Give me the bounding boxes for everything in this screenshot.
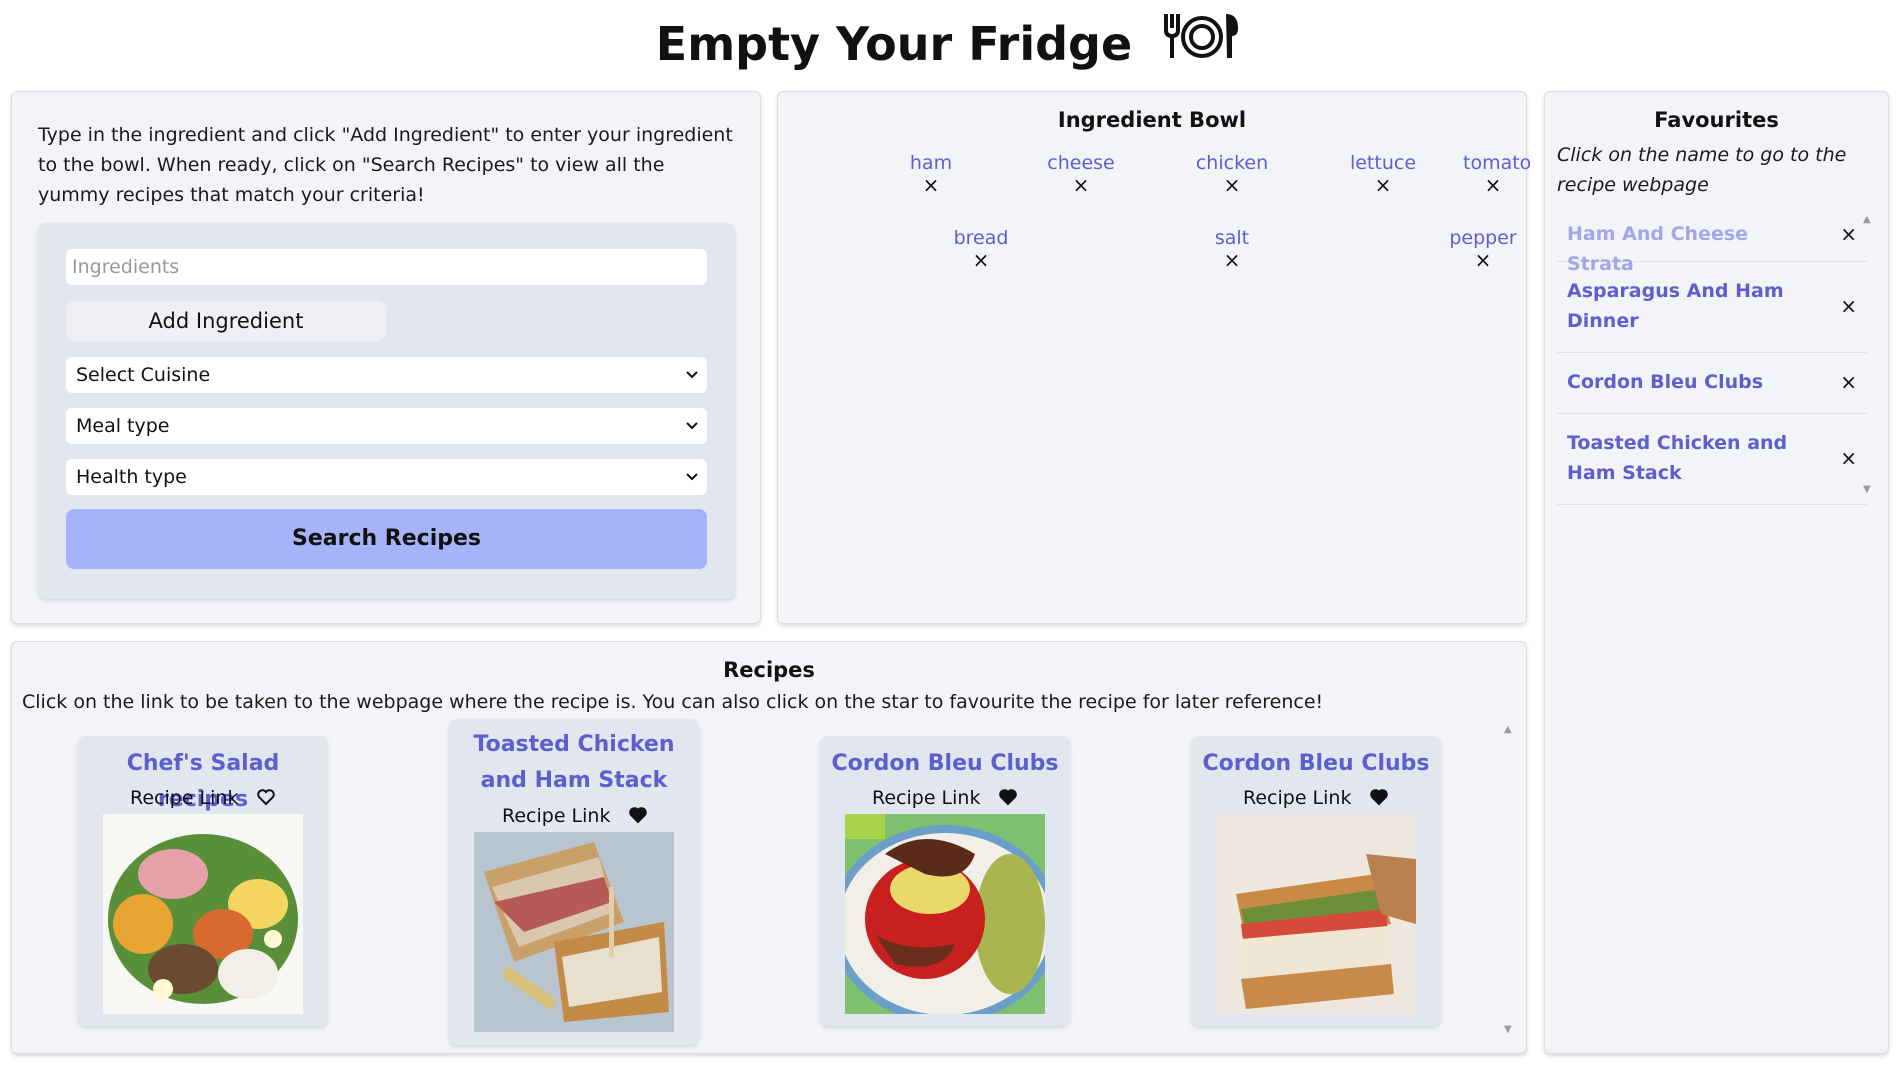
favourites-title: Favourites (1654, 108, 1779, 132)
favourite-link[interactable]: Asparagus And Ham Dinner (1567, 276, 1817, 336)
bowl-ingredient: chicken × (1162, 152, 1302, 196)
bowl-ingredient: pepper × (1413, 227, 1553, 271)
meal-type-select-value: Meal type (76, 415, 170, 437)
recipe-title-link[interactable]: Toasted Chicken and Ham Stack (449, 727, 699, 799)
remove-favourite-icon[interactable]: × (1840, 446, 1857, 470)
remove-favourite-icon[interactable]: × (1840, 222, 1857, 246)
bowl-ingredient: salt × (1162, 227, 1302, 271)
meal-type-select[interactable]: Meal type (66, 408, 707, 444)
search-recipes-button[interactable]: Search Recipes (66, 509, 707, 569)
ingredient-label: lettuce (1349, 152, 1417, 174)
heart-filled-icon[interactable] (1369, 787, 1389, 812)
favourite-item: Asparagus And Ham Dinner × (1557, 262, 1867, 353)
favourite-item: Toasted Chicken and Ham Stack × (1557, 414, 1867, 505)
chevron-down-icon (685, 408, 699, 458)
recipe-link[interactable]: Recipe Link (130, 787, 238, 809)
bowl-ingredient: ham × (861, 152, 1001, 196)
bowl-ingredient: lettuce × (1313, 152, 1453, 196)
recipe-link[interactable]: Recipe Link (502, 805, 610, 827)
chevron-down-icon (685, 357, 699, 407)
favourite-item: Cordon Bleu Clubs × (1557, 353, 1867, 414)
ingredient-bowl-title: Ingredient Bowl (1057, 108, 1247, 132)
ingredient-label: ham (909, 152, 953, 174)
ingredient-label: chicken (1195, 152, 1269, 174)
ingredient-input-panel: Type in the ingredient and click "Add In… (11, 91, 761, 624)
ingredient-label: cheese (1047, 152, 1115, 174)
recipe-image (845, 814, 1045, 1014)
recipe-image (1216, 814, 1416, 1014)
remove-ingredient-icon[interactable]: × (1313, 174, 1453, 196)
scroll-down-icon[interactable]: ▼ (1504, 1024, 1512, 1035)
favourite-item: Ham And Cheese Strata × (1557, 207, 1867, 275)
bowl-ingredient: bread × (911, 227, 1051, 271)
scroll-up-icon[interactable]: ▲ (1863, 214, 1871, 225)
favourite-link[interactable]: Cordon Bleu Clubs (1567, 367, 1817, 397)
recipe-image (474, 832, 674, 1032)
recipes-title: Recipes (723, 658, 815, 682)
recipe-card: Cordon Bleu Clubs Recipe Link (1191, 736, 1441, 1026)
ingredient-label: pepper (1449, 227, 1517, 249)
heart-filled-icon[interactable] (998, 787, 1018, 812)
remove-favourite-icon[interactable]: × (1840, 294, 1857, 318)
app-title-bar: Empty Your Fridge (0, 13, 1900, 76)
health-type-select[interactable]: Health type (66, 459, 707, 495)
cuisine-select[interactable]: Select Cuisine (66, 357, 707, 393)
ingredient-bowl-panel: Ingredient Bowl ham × cheese × chicken ×… (777, 91, 1531, 624)
ingredient-input[interactable]: Ingredients (66, 249, 707, 285)
heart-outline-icon[interactable] (256, 787, 276, 812)
recipes-panel: Recipes Click on the link to be taken to… (11, 641, 1527, 1054)
recipe-card: Cordon Bleu Clubs Recipe Link (820, 736, 1070, 1026)
remove-ingredient-icon[interactable]: × (1413, 249, 1553, 271)
cuisine-select-value: Select Cuisine (76, 364, 211, 386)
remove-favourite-icon[interactable]: × (1840, 370, 1857, 394)
recipe-link[interactable]: Recipe Link (1243, 787, 1351, 809)
scroll-down-icon[interactable]: ▼ (1863, 484, 1871, 495)
ingredient-label: tomato (1463, 152, 1532, 174)
remove-ingredient-icon[interactable]: × (1162, 249, 1302, 271)
recipe-title-link[interactable]: Cordon Bleu Clubs (820, 746, 1070, 782)
remove-ingredient-icon[interactable]: × (1162, 174, 1302, 196)
recipe-card: Chef's Salad recipes Recipe Link (78, 736, 328, 1026)
ingredient-label: bread (953, 227, 1009, 249)
favourites-panel: Favourites Click on the name to go to th… (1544, 91, 1889, 1054)
favourite-link[interactable]: Toasted Chicken and Ham Stack (1567, 428, 1817, 488)
remove-ingredient-icon[interactable]: × (1011, 174, 1151, 196)
recipe-card: Toasted Chicken and Ham Stack Recipe Lin… (449, 719, 699, 1045)
recipe-title-link[interactable]: Cordon Bleu Clubs (1191, 746, 1441, 782)
scroll-up-icon[interactable]: ▲ (1504, 724, 1512, 735)
bowl-ingredient: cheese × (1011, 152, 1151, 196)
instructions-text: Type in the ingredient and click "Add In… (38, 124, 733, 206)
recipe-link[interactable]: Recipe Link (872, 787, 980, 809)
recipe-image (103, 814, 303, 1014)
app-title: Empty Your Fridge (655, 17, 1133, 71)
cutlery-plate-icon (1160, 10, 1244, 76)
remove-ingredient-icon[interactable]: × (861, 174, 1001, 196)
search-form: Ingredients Add Ingredient Select Cuisin… (38, 223, 735, 599)
bowl-ingredient: tomato × (1463, 152, 1531, 196)
heart-filled-icon[interactable] (628, 805, 648, 830)
remove-ingredient-icon[interactable]: × (1463, 174, 1523, 196)
favourites-subtitle: Click on the name to go to the recipe we… (1557, 144, 1847, 196)
recipes-subtitle: Click on the link to be taken to the web… (22, 691, 1324, 713)
health-type-select-value: Health type (76, 466, 187, 488)
add-ingredient-button[interactable]: Add Ingredient (66, 301, 386, 341)
chevron-down-icon (685, 459, 699, 509)
ingredient-label: salt (1214, 227, 1250, 249)
remove-ingredient-icon[interactable]: × (911, 249, 1051, 271)
